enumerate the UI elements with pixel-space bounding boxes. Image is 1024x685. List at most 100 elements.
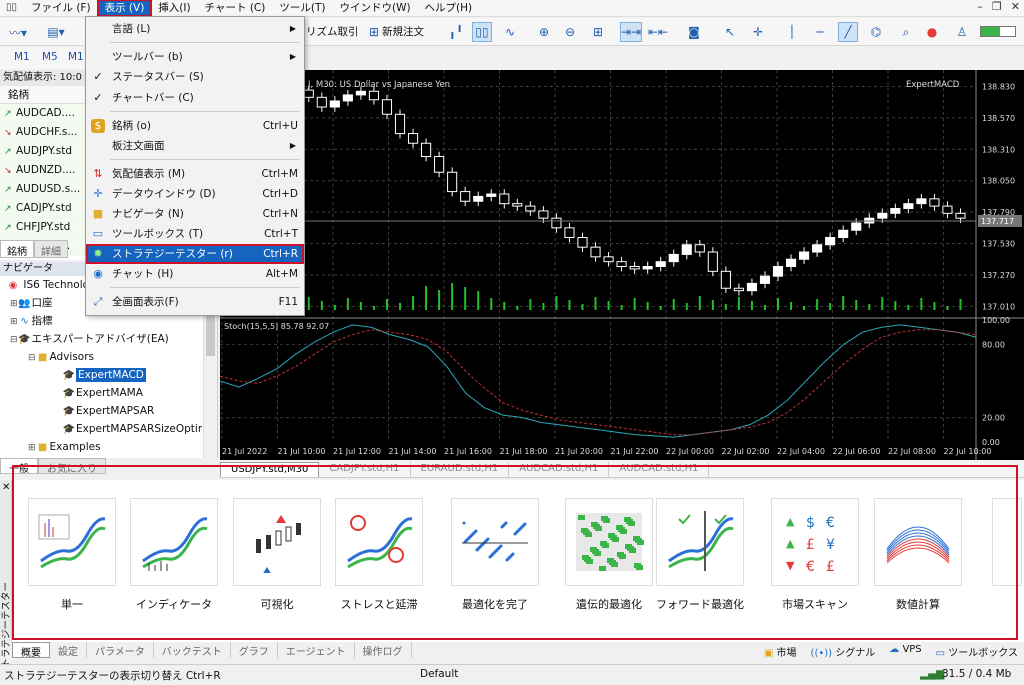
market-watch-column-header[interactable]: 銘柄 (0, 86, 85, 104)
menu-item-toolbox[interactable]: ▭ ツールボックス (T) Ctrl+T (86, 224, 304, 244)
tester-card-label[interactable]: ストレスと延滞 (327, 596, 431, 612)
tab-common[interactable]: 一般 (0, 458, 38, 475)
nav-folder-examples[interactable]: ⊞ ■ Examples (28, 438, 101, 456)
tester-card-stress-delay[interactable] (335, 498, 423, 586)
menu-window[interactable]: ウインドウ(W) (332, 0, 417, 16)
tester-card-single-test[interactable] (28, 498, 116, 586)
crosshair-icon[interactable]: ✛ (748, 22, 768, 42)
chart-tab-audcad[interactable]: AUDCAD.std,H1 (509, 462, 610, 477)
tester-card-label[interactable]: 最適化を完了 (443, 596, 547, 612)
tile-windows-icon[interactable]: ⊞ (588, 22, 608, 42)
market-watch-row[interactable]: ↗ CADJPY.std (0, 199, 85, 218)
trendline-icon[interactable]: ╱ (838, 22, 858, 42)
screenshot-icon[interactable]: ◙ (684, 22, 704, 42)
tester-card-math-calculation[interactable] (874, 498, 962, 586)
tester-card-label[interactable]: フォワード最適化 (648, 596, 752, 612)
menu-item-market-watch[interactable]: ⇅ 気配値表示 (M) Ctrl+M (86, 164, 304, 184)
chart-shift-icon[interactable]: ⇤⇤ (648, 22, 668, 42)
timeframe-m15[interactable]: M1 (68, 51, 84, 63)
price-chart[interactable]: 138.830 138.570 138.310 138.050 137.790 137.5… (220, 70, 1024, 460)
tab-symbols[interactable]: 銘柄 (0, 240, 34, 258)
menu-chart[interactable]: チャート (C) (198, 0, 273, 16)
nav-expert-macd[interactable]: 🎓 ExpertMACD (62, 366, 146, 384)
search-icon[interactable]: ⌕ (896, 22, 916, 42)
tester-card-indicator-test[interactable] (130, 498, 218, 586)
menu-item-navigator[interactable]: ■ ナビゲータ (N) Ctrl+N (86, 204, 304, 224)
nav-expert-mapsar[interactable]: 🎓ExpertMAPSAR (62, 402, 155, 420)
autoscroll-icon[interactable]: ⇥⇥ (620, 22, 643, 42)
chart-tab-usdjpy[interactable]: USDJPY.std,M30 (220, 462, 320, 477)
menu-item-language[interactable]: 言語 (L) ▶ (86, 19, 304, 39)
timeframe-m5[interactable]: M5 (42, 51, 58, 63)
market-watch-row[interactable]: ↘ AUDNZD.... (0, 161, 85, 180)
tester-card-visualize[interactable] (233, 498, 321, 586)
tester-tab-journal[interactable]: 操作ログ (355, 642, 412, 658)
market-watch-row[interactable]: ↗ CHFJPY.std (0, 218, 85, 237)
close-icon[interactable]: ✕ (1011, 0, 1020, 13)
nav-accounts[interactable]: ⊞👥口座 (10, 294, 53, 312)
tester-tab-agents[interactable]: エージェント (278, 642, 355, 658)
market-watch-row[interactable]: ↗ AUDJPY.std (0, 142, 85, 161)
nav-expert-mapsar-size[interactable]: 🎓ExpertMAPSARSizeOptim (62, 420, 202, 438)
menu-help[interactable]: ヘルプ(H) (418, 0, 480, 16)
tester-card-label[interactable]: 市場スキャン (763, 596, 867, 612)
menu-item-symbols[interactable]: $ 銘柄 (o) Ctrl+U (86, 116, 304, 136)
candlestick-icon[interactable]: ▯▯ (472, 22, 492, 42)
chart-canvas[interactable]: 138.830138.570138.310138.050137.790137.5… (220, 70, 1024, 460)
horizontal-line-icon[interactable]: ─ (810, 22, 830, 42)
zoom-out-icon[interactable]: ⊖ (560, 22, 580, 42)
zoom-in-icon[interactable]: ⊕ (534, 22, 554, 42)
menu-insert[interactable]: 挿入(I) (151, 0, 197, 16)
chart-tab-cadjpy[interactable]: CADJPY.std,H1 (319, 462, 411, 477)
menu-item-data-window[interactable]: ✛ データウインドウ (D) Ctrl+D (86, 184, 304, 204)
tester-card-market-scanner[interactable]: ▲ $ € ▲ £ ¥ ▼ € £ (771, 498, 859, 586)
menu-item-fullscreen[interactable]: ⤢ 全画面表示(F) F11 (86, 292, 304, 312)
algo-trading-button[interactable]: リズム取引 (306, 24, 359, 39)
new-order-icon[interactable]: ⊞ (364, 22, 384, 42)
market-watch-row[interactable]: ↗ AUDCAD.... (0, 104, 85, 123)
line-chart-icon[interactable]: ∿ (500, 22, 520, 42)
menu-item-chat[interactable]: ◉ チャット (H) Alt+M (86, 264, 304, 284)
new-order-button[interactable]: 新規注文 (382, 24, 424, 39)
chart-template-icon[interactable]: ▤▾ (46, 22, 66, 42)
tester-card-full-optimization[interactable] (451, 498, 539, 586)
chart-tab-euraud[interactable]: EURAUD.std,H1 (411, 462, 510, 477)
notifications-icon[interactable]: ● (922, 22, 942, 42)
tester-tab-graph[interactable]: グラフ (231, 642, 278, 658)
menu-view[interactable]: 表示 (V) (96, 0, 153, 17)
tab-favorites[interactable]: お気に入り (38, 458, 106, 475)
tester-tab-settings[interactable]: 設定 (50, 642, 87, 658)
tester-card-label[interactable]: 前 (984, 596, 1024, 612)
chart-tab-audcad-2[interactable]: AUDCAD.std,H1 (609, 462, 710, 477)
level-icon[interactable]: ♙ (952, 22, 972, 42)
tester-tab-overview[interactable]: 概要 (12, 642, 50, 659)
tester-card-label[interactable]: 遺伝的最適化 (557, 596, 661, 612)
menu-tools[interactable]: ツール(T) (272, 0, 332, 16)
nav-folder-advisors[interactable]: ⊟ ■ Advisors (28, 348, 94, 366)
cursor-icon[interactable]: ↖ (720, 22, 740, 42)
signals-tab[interactable]: ((•)) シグナル (811, 644, 876, 659)
tester-card-genetic-optimization[interactable] (565, 498, 653, 586)
menu-item-strategy-tester[interactable]: ✸ ストラテジーテスター (r) Ctrl+R (86, 244, 304, 264)
vertical-line-icon[interactable]: │ (782, 22, 802, 42)
tester-card-label[interactable]: 単一 (20, 596, 124, 612)
menu-file[interactable]: ファイル (F) (24, 0, 98, 16)
nav-indicators[interactable]: ⊞ ∿ 指標 (10, 312, 53, 330)
nav-root[interactable]: ◉ IS6 Technolo (6, 276, 89, 294)
tester-card-more[interactable] (992, 498, 1022, 586)
menu-item-status-bar[interactable]: ✓ ステータスバー (S) (86, 67, 304, 87)
market-watch-row[interactable]: ↘ AUDCHF.s... (0, 123, 85, 142)
menu-item-chart-bar[interactable]: ✓ チャートバー (C) (86, 88, 304, 108)
menu-item-depth-of-market[interactable]: 板注文画面 ▶ (86, 136, 304, 156)
indicator-chart-icon[interactable]: 〰▾ (8, 22, 28, 42)
tester-tab-inputs[interactable]: パラメータ (87, 642, 154, 658)
tester-card-label[interactable]: インディケータ (122, 596, 226, 612)
tester-card-label[interactable]: 数値計算 (866, 596, 970, 612)
vps-tab[interactable]: ☁ VPS (889, 644, 921, 659)
tester-card-forward-optimization[interactable] (656, 498, 744, 586)
market-watch-row[interactable]: ↗ AUDUSD.s... (0, 180, 85, 199)
restore-icon[interactable]: ❐ (992, 0, 1002, 13)
tester-card-label[interactable]: 可視化 (225, 596, 329, 612)
minimize-icon[interactable]: – (977, 0, 983, 13)
bar-chart-icon[interactable]: ╻╹ (446, 22, 466, 42)
